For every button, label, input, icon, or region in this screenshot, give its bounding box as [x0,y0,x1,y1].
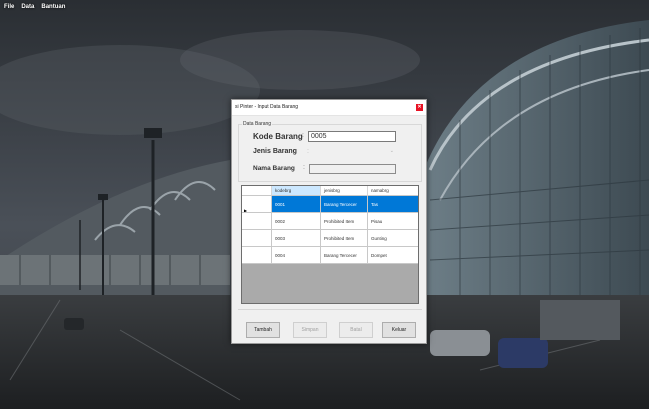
menu-file[interactable]: File [4,4,14,10]
menu-data[interactable]: Data [21,4,34,10]
cell-jenisbrg[interactable]: Barang Tercecer [321,247,368,264]
grid-corner [242,186,272,196]
input-data-barang-dialog: si Pinter - Input Data Barang ✕ Data Bar… [231,99,427,344]
menu-bar: File Data Bantuan [0,0,649,14]
row-header[interactable] [242,247,272,264]
nama-barang-row: Nama Barang : [239,162,423,176]
table-row[interactable]: 0002 Prohibited Item Pisau [242,213,418,230]
table-row[interactable]: ▶ 0001 Barang Tercecer Tas [242,196,418,213]
dialog-title: si Pinter - Input Data Barang [235,104,299,110]
nama-barang-label: Nama Barang [253,165,295,172]
nama-barang-input[interactable] [309,164,396,174]
cell-namabrg[interactable]: Tas [368,196,418,213]
jenis-barang-row: Jenis Barang : ⌄ [239,146,423,160]
chevron-down-icon: ⌄ [389,148,394,154]
column-header-namabrg[interactable]: namabrg [368,186,418,196]
close-icon: ✕ [417,104,422,110]
cell-jenisbrg[interactable]: Barang Tercecer [321,196,368,213]
grid-header: kodebrg jenisbrg namabrg [242,186,418,196]
data-barang-group: Data Barang Kode Barang : 0005 Jenis Bar… [238,121,423,182]
cell-kodebrg[interactable]: 0002 [272,213,321,230]
menu-bantuan[interactable]: Bantuan [41,4,65,10]
cell-kodebrg[interactable]: 0004 [272,247,321,264]
close-button[interactable]: ✕ [416,104,423,111]
jenis-colon: : [307,148,309,155]
tambah-button[interactable]: Tambah [246,322,280,338]
cell-namabrg[interactable]: Gunting [368,230,418,247]
nama-colon: : [303,164,305,171]
group-title: Data Barang [242,121,273,127]
row-header[interactable] [242,230,272,247]
keluar-button[interactable]: Keluar [382,322,416,338]
kode-barang-input[interactable]: 0005 [308,131,396,142]
cell-kodebrg[interactable]: 0001 [272,196,321,213]
column-header-kodebrg[interactable]: kodebrg [272,186,321,196]
dialog-titlebar[interactable]: si Pinter - Input Data Barang ✕ [232,100,426,116]
table-row[interactable]: 0003 Prohibited Item Gunting [242,230,418,247]
kode-barang-label: Kode Barang [253,132,303,141]
cell-jenisbrg[interactable]: Prohibited Item [321,213,368,230]
cell-jenisbrg[interactable]: Prohibited Item [321,230,368,247]
kode-barang-row: Kode Barang : 0005 [239,129,423,143]
table-row[interactable]: 0004 Barang Tercecer Dompet [242,247,418,264]
cell-namabrg[interactable]: Dompet [368,247,418,264]
row-pointer-icon: ▶ [244,208,248,213]
button-panel: Tambah Simpan Batal Keluar [238,309,422,340]
kode-colon: : [302,132,304,139]
jenis-barang-label: Jenis Barang [253,148,297,155]
batal-button[interactable]: Batal [339,322,373,338]
barang-data-grid[interactable]: kodebrg jenisbrg namabrg ▶ 0001 Barang T… [241,185,419,304]
column-header-jenisbrg[interactable]: jenisbrg [321,186,368,196]
jenis-barang-select[interactable]: ⌄ [311,148,396,157]
cell-namabrg[interactable]: Pisau [368,213,418,230]
row-header[interactable] [242,213,272,230]
cell-kodebrg[interactable]: 0003 [272,230,321,247]
simpan-button[interactable]: Simpan [293,322,327,338]
row-header[interactable]: ▶ [242,196,272,213]
